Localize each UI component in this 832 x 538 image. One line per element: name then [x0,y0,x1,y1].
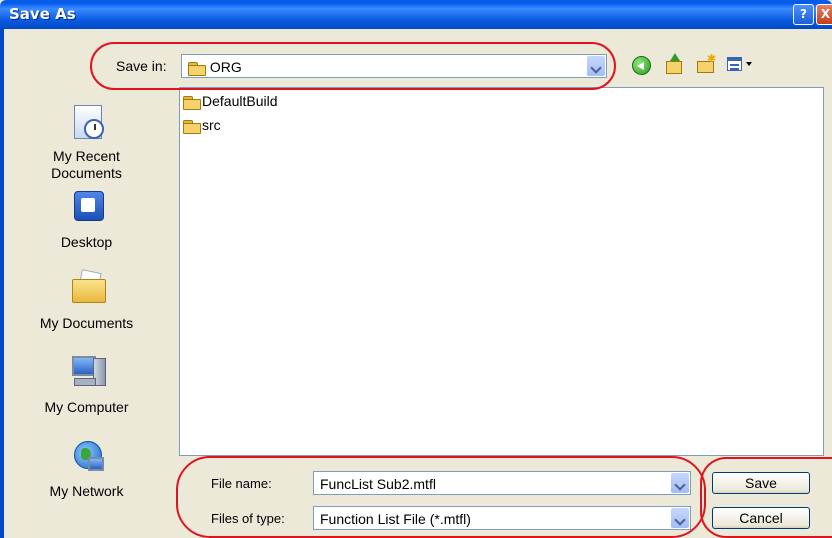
place-label: My Network [49,483,124,499]
views-menu-icon[interactable] [726,55,756,75]
place-label: My Documents [39,315,134,331]
file-item-name: src [202,117,221,133]
place-my-documents[interactable]: My Documents [4,265,169,335]
place-my-recent-documents[interactable]: My Recent Documents [4,98,169,193]
back-icon[interactable] [631,55,651,75]
help-button[interactable]: ? [793,4,814,25]
place-my-computer[interactable]: My Computer [4,349,169,419]
place-label: Documents [51,165,122,181]
places-bar: My Recent Documents Desktop My Documents… [4,83,169,538]
folder-icon [183,95,201,110]
highlight-save-in [90,42,616,90]
place-desktop[interactable]: Desktop [4,189,169,259]
place-label: Desktop [60,234,113,250]
highlight-buttons [700,457,832,538]
folder-icon [183,119,201,134]
place-my-network[interactable]: My Network [4,433,169,503]
up-folder-icon[interactable] [664,53,684,75]
close-button[interactable]: X [816,4,832,25]
list-item[interactable]: src [183,117,221,134]
place-label: My Recent [53,148,120,164]
place-label: My Computer [44,399,129,415]
highlight-file-fields [176,456,706,538]
my-documents-icon [70,269,106,305]
recent-documents-icon [70,105,106,141]
save-as-dialog: Save As ? X Save in: ORG My Recent Docum… [0,0,832,538]
new-folder-icon[interactable] [695,52,716,75]
list-item[interactable]: DefaultBuild [183,93,278,110]
my-computer-icon [70,354,106,390]
title-bar: Save As ? X [0,0,832,29]
file-list[interactable]: DefaultBuild src [179,87,824,456]
desktop-icon [70,189,106,225]
my-network-icon [70,439,106,475]
file-item-name: DefaultBuild [202,93,278,109]
dialog-title: Save As [9,5,76,23]
